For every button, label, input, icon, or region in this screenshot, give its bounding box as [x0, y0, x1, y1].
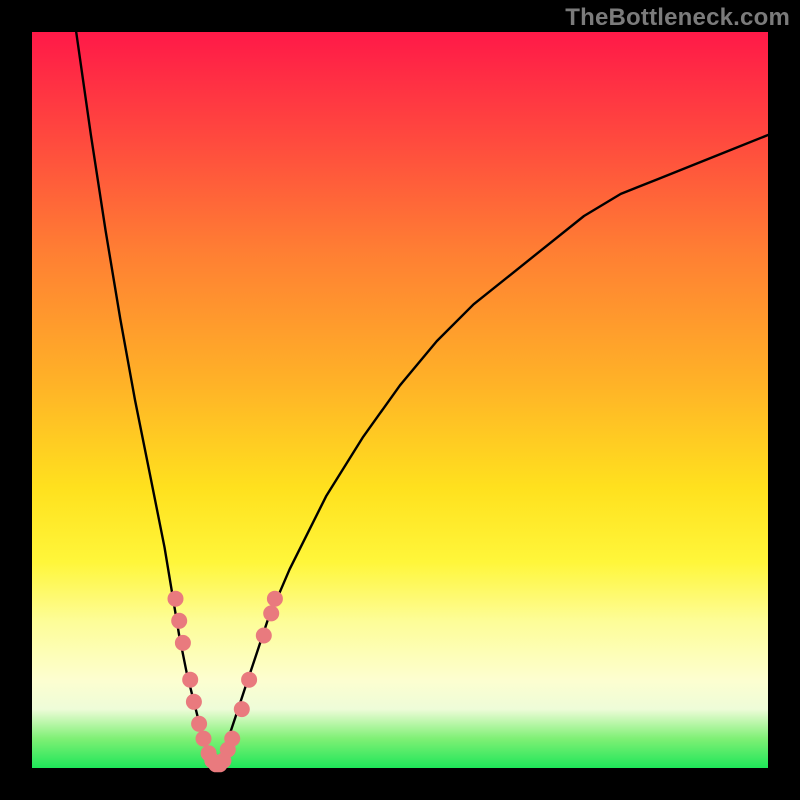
marker-dot — [224, 731, 240, 747]
marker-dot — [196, 731, 212, 747]
marker-dot — [168, 591, 184, 607]
watermark-text: TheBottleneck.com — [565, 4, 790, 32]
chart-frame: TheBottleneck.com — [0, 0, 800, 800]
marker-dot — [175, 635, 191, 651]
marker-dot — [267, 591, 283, 607]
curves-layer — [32, 32, 768, 768]
plot-area — [32, 32, 768, 768]
marker-dot — [182, 672, 198, 688]
marker-dot — [186, 694, 202, 710]
curve-left-branch — [76, 32, 216, 768]
marker-dot — [234, 701, 250, 717]
marker-dot — [256, 628, 272, 644]
marker-dot — [171, 613, 187, 629]
marker-points — [168, 591, 283, 773]
curve-right-branch — [216, 135, 768, 768]
bottleneck-curve — [76, 32, 768, 768]
marker-dot — [241, 672, 257, 688]
marker-dot — [263, 605, 279, 621]
marker-dot — [191, 716, 207, 732]
